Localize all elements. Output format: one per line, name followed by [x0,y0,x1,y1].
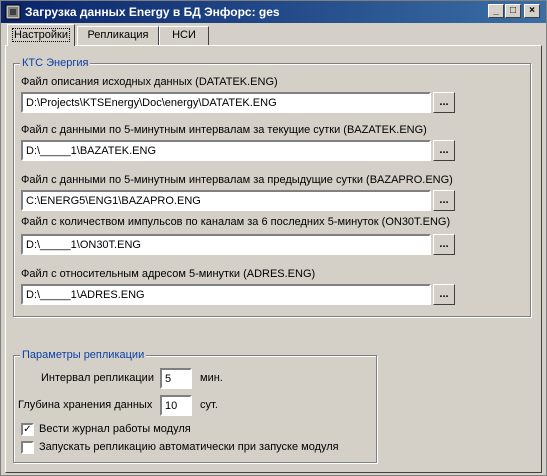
tab-settings[interactable]: Настройки [7,24,75,46]
depth-unit: сут. [200,399,218,411]
adres-field[interactable]: D:\_____1\ADRES.ENG [21,284,431,305]
log-checkbox[interactable]: ✓ [21,423,34,436]
main-window: Загрузка данных Energy в БД Энфорс: ges … [0,0,547,476]
depth-label: Глубина хранения данных [18,399,153,411]
adres-label: Файл с относительным адресом 5-минутки (… [21,268,316,280]
datatek-field[interactable]: D:\Projects\KTSEnergy\Doc\energy\DATATEK… [21,92,431,113]
kts-group-title: КТС Энергия [20,57,91,69]
tab-replication[interactable]: Репликация [77,26,159,45]
title-bar[interactable]: Загрузка данных Energy в БД Энфорс: ges … [1,1,546,23]
tab-nsi[interactable]: НСИ [159,26,209,45]
bazatek-label: Файл с данными по 5-минутным интервалам … [21,124,427,136]
adres-browse-button[interactable]: ... [433,284,455,305]
bazapro-field[interactable]: C:\ENERG5\ENG1\BAZAPRO.ENG [21,190,431,211]
replication-group-title: Параметры репликации [20,349,147,361]
on30t-label: Файл с количеством импульсов по каналам … [21,216,451,228]
autostart-checkbox[interactable] [21,441,34,454]
kts-group: КТС Энергия Файл описания исходных данны… [13,57,531,317]
bazapro-label: Файл с данными по 5-минутным интервалам … [21,174,453,186]
minimize-button[interactable]: _ [488,4,504,18]
maximize-button[interactable]: □ [505,4,521,18]
interval-label: Интервал репликации [41,372,154,384]
datatek-browse-button[interactable]: ... [433,92,455,113]
on30t-field[interactable]: D:\_____1\ON30T.ENG [21,234,431,255]
depth-field[interactable]: 10 [160,395,192,416]
window-title: Загрузка данных Energy в БД Энфорс: ges [25,5,280,19]
app-icon [5,4,21,20]
autostart-checkbox-label[interactable]: Запускать репликацию автоматически при з… [39,441,339,453]
on30t-browse-button[interactable]: ... [433,234,455,255]
tab-settings-label: Настройки [12,28,70,42]
bazapro-browse-button[interactable]: ... [433,190,455,211]
log-checkbox-label[interactable]: Вести журнал работы модуля [39,423,191,435]
bazatek-field[interactable]: D:\_____1\BAZATEK.ENG [21,140,431,161]
settings-panel: КТС Энергия Файл описания исходных данны… [5,45,542,473]
interval-unit: мин. [200,372,223,384]
tab-strip: Настройки Репликация НСИ [5,24,545,46]
bazatek-browse-button[interactable]: ... [433,140,455,161]
close-button[interactable]: × [524,4,540,18]
replication-group: Параметры репликации Интервал репликации… [13,349,377,463]
interval-field[interactable]: 5 [160,368,192,389]
datatek-label: Файл описания исходных данных (DATATEK.E… [21,76,278,88]
